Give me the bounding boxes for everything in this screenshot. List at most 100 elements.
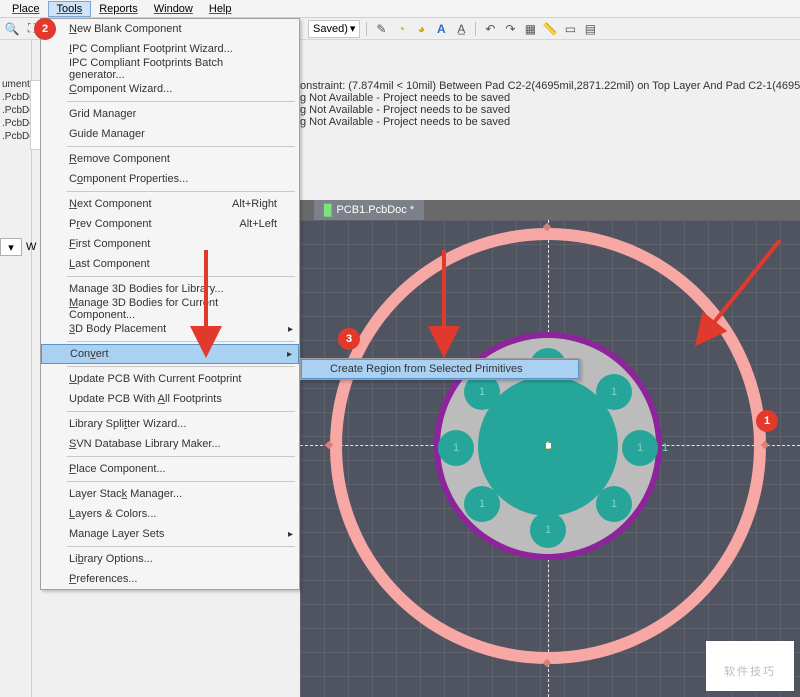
box-icon[interactable]: ▭ bbox=[562, 21, 578, 37]
frame-icon[interactable]: A̲ bbox=[453, 21, 469, 37]
menu-reports[interactable]: Reports bbox=[91, 2, 146, 16]
callout-marker-2: 2 bbox=[34, 18, 56, 40]
undo-icon[interactable]: ↶ bbox=[482, 21, 498, 37]
menu-item-label: Preferences... bbox=[69, 573, 137, 585]
menu-help[interactable]: Help bbox=[201, 2, 240, 16]
menu-item-next-component[interactable]: Next Component Alt+Right bbox=[41, 194, 299, 214]
menu-window[interactable]: Window bbox=[146, 2, 201, 16]
menu-item-label: Layer Stack Manager... bbox=[69, 488, 182, 500]
menu-item-last-component[interactable]: Last Component bbox=[41, 254, 299, 274]
pad[interactable]: 1 bbox=[464, 486, 500, 522]
left-dropdown: ▾ W bbox=[0, 238, 36, 256]
redo-icon[interactable]: ↷ bbox=[502, 21, 518, 37]
zoom-area-icon[interactable]: 🔍 bbox=[4, 21, 20, 37]
menu-item-label: Remove Component bbox=[69, 153, 170, 165]
menu-item-layers-colors[interactable]: Layers & Colors... bbox=[41, 504, 299, 524]
pad[interactable]: 1 bbox=[438, 430, 474, 466]
menu-item-manage-3d-bodies-for-library[interactable]: Manage 3D Bodies for Library... bbox=[41, 279, 299, 299]
menu-item-shortcut: Alt+Left bbox=[239, 218, 277, 230]
pad[interactable]: 1 bbox=[596, 486, 632, 522]
menu-item-manage-layer-sets[interactable]: Manage Layer Sets bbox=[41, 524, 299, 544]
menu-item-ipc-compliant-footprint-wizard[interactable]: IPC Compliant Footprint Wizard... bbox=[41, 39, 299, 59]
dimension-icon[interactable]: ◔ bbox=[393, 21, 409, 37]
menu-item-label: First Component bbox=[69, 238, 150, 250]
pcb-icon: ▉ bbox=[324, 204, 332, 217]
menu-item-label: Grid Manager bbox=[69, 108, 136, 120]
menu-item-label: Convert bbox=[70, 348, 109, 360]
convert-submenu: Create Region from Selected Primitives bbox=[300, 358, 580, 380]
center-origin bbox=[546, 443, 551, 448]
annotation-arrow bbox=[690, 240, 790, 350]
dropdown-text: Saved) bbox=[313, 23, 348, 35]
menu-item-component-wizard[interactable]: Component Wizard... bbox=[41, 79, 299, 99]
menu-item-layer-stack-manager[interactable]: Layer Stack Manager... bbox=[41, 484, 299, 504]
menu-separator bbox=[67, 366, 295, 367]
create-region-from-selected-primitives[interactable]: Create Region from Selected Primitives bbox=[301, 359, 579, 379]
menu-item-ipc-compliant-footprints-batch-generator[interactable]: IPC Compliant Footprints Batch generator… bbox=[41, 59, 299, 79]
axis-tick-label: 1 bbox=[662, 442, 668, 454]
menu-item-label: IPC Compliant Footprints Batch generator… bbox=[69, 57, 277, 81]
menu-item-remove-component[interactable]: Remove Component bbox=[41, 149, 299, 169]
menu-item-library-options[interactable]: Library Options... bbox=[41, 549, 299, 569]
menu-item-label: Library Splitter Wizard... bbox=[69, 418, 186, 430]
menu-item-shortcut: Alt+Right bbox=[232, 198, 277, 210]
menu-item-manage-3d-bodies-for-current-component[interactable]: Manage 3D Bodies for Current Component..… bbox=[41, 299, 299, 319]
menu-item-component-properties[interactable]: Component Properties... bbox=[41, 169, 299, 189]
pad[interactable]: 1 1 bbox=[622, 430, 658, 466]
menu-item-place-component[interactable]: Place Component... bbox=[41, 459, 299, 479]
menu-tools[interactable]: Tools bbox=[48, 1, 92, 17]
chevron-down-icon: ▾ bbox=[350, 22, 356, 35]
menu-item-3d-body-placement[interactable]: 3D Body Placement bbox=[41, 319, 299, 339]
menu-item-update-pcb-with-all-footprints[interactable]: Update PCB With All Footprints bbox=[41, 389, 299, 409]
message-line: onstraint: (7.874mil < 10mil) Between Pa… bbox=[300, 80, 800, 92]
menu-place[interactable]: Place bbox=[4, 2, 48, 16]
menu-item-label: SVN Database Library Maker... bbox=[69, 438, 221, 450]
menu-item-label: Guide Manager bbox=[69, 128, 145, 140]
menu-item-prev-component[interactable]: Prev Component Alt+Left bbox=[41, 214, 299, 234]
menu-item-grid-manager[interactable]: Grid Manager bbox=[41, 104, 299, 124]
message-line: g Not Available - Project needs to be sa… bbox=[300, 104, 800, 116]
messages-panel: onstraint: (7.874mil < 10mil) Between Pa… bbox=[300, 80, 800, 128]
menu-separator bbox=[67, 481, 295, 482]
menu-item-label: Layers & Colors... bbox=[69, 508, 156, 520]
document-tab[interactable]: ▉ PCB1.PcbDoc * bbox=[314, 200, 424, 220]
menu-item-label: Prev Component bbox=[69, 218, 152, 230]
combo-box[interactable]: ▾ bbox=[0, 238, 22, 256]
menu-item-label: Library Options... bbox=[69, 553, 153, 565]
menu-item-label: Next Component bbox=[69, 198, 152, 210]
menu-item-convert[interactable]: Convert bbox=[41, 344, 299, 364]
measure-icon[interactable]: 📏 bbox=[542, 21, 558, 37]
menu-separator bbox=[67, 146, 295, 147]
menu-item-label: Place Component... bbox=[69, 463, 166, 475]
clear-icon[interactable]: ✎ bbox=[373, 21, 389, 37]
menu-separator bbox=[67, 191, 295, 192]
callout-marker-3: 3 bbox=[338, 328, 360, 350]
menu-item-label: IPC Compliant Footprint Wizard... bbox=[69, 43, 233, 55]
menu-item-label: Component Wizard... bbox=[69, 83, 172, 95]
panel-icon[interactable]: ▤ bbox=[582, 21, 598, 37]
menu-item-label: Component Properties... bbox=[69, 173, 188, 185]
menu-item-svn-database-library-maker[interactable]: SVN Database Library Maker... bbox=[41, 434, 299, 454]
menu-item-label: Manage Layer Sets bbox=[69, 528, 164, 540]
menu-item-first-component[interactable]: First Component bbox=[41, 234, 299, 254]
tools-dropdown: New Blank Component IPC Compliant Footpri… bbox=[40, 18, 300, 590]
text-icon[interactable]: A bbox=[433, 21, 449, 37]
message-line: g Not Available - Project needs to be sa… bbox=[300, 116, 800, 128]
menu-item-preferences[interactable]: Preferences... bbox=[41, 569, 299, 589]
pad[interactable]: 1 bbox=[530, 512, 566, 548]
menu-separator bbox=[67, 101, 295, 102]
menu-item-update-pcb-with-current-footprint[interactable]: Update PCB With Current Footprint bbox=[41, 369, 299, 389]
menu-item-library-splitter-wizard[interactable]: Library Splitter Wizard... bbox=[41, 414, 299, 434]
grid-icon[interactable]: ▦ bbox=[522, 21, 538, 37]
menu-item-label: Update PCB With Current Footprint bbox=[69, 373, 241, 385]
menu-separator bbox=[67, 456, 295, 457]
watermark: 软件技巧 bbox=[706, 641, 794, 691]
annotation-arrow bbox=[414, 250, 474, 360]
annotation-arrow bbox=[176, 250, 236, 360]
dim2-icon[interactable]: ◕ bbox=[413, 21, 429, 37]
menu-item-guide-manager[interactable]: Guide Manager bbox=[41, 124, 299, 144]
pad[interactable]: 1 bbox=[596, 374, 632, 410]
mask-level-dropdown[interactable]: Saved) ▾ bbox=[308, 20, 360, 38]
menu-item-new-blank-component[interactable]: New Blank Component bbox=[41, 19, 299, 39]
message-line: g Not Available - Project needs to be sa… bbox=[300, 92, 800, 104]
